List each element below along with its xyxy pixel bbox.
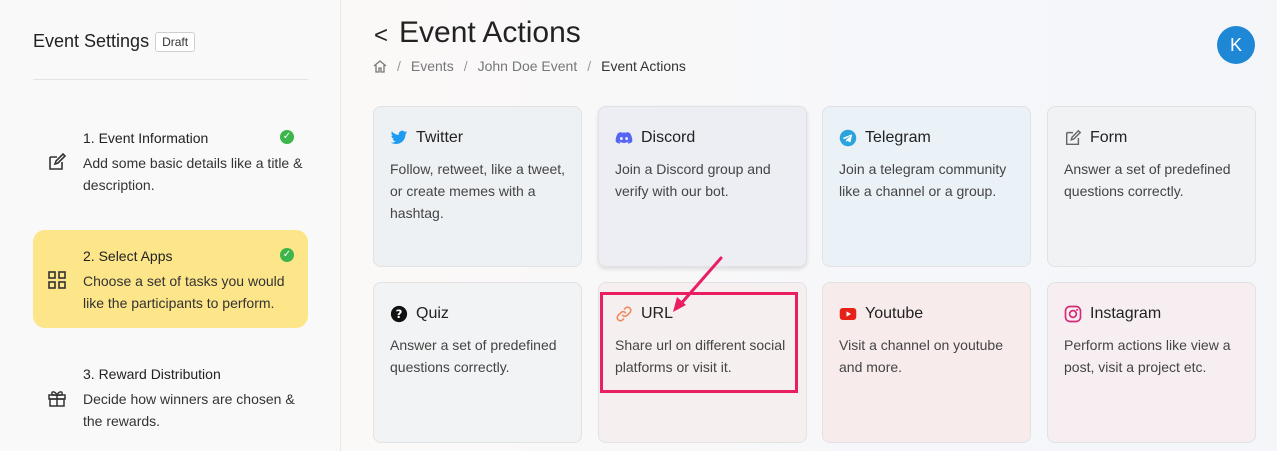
edit-icon	[49, 152, 67, 170]
card-twitter[interactable]: Twitter Follow, retweet, like a tweet, o…	[373, 106, 582, 267]
card-title: Discord	[641, 129, 696, 146]
card-title: Twitter	[416, 129, 464, 146]
step-title: 2. Select Apps	[83, 248, 173, 264]
breadcrumb-current: Event Actions	[601, 58, 686, 74]
sidebar-header: Event Settings Draft	[33, 31, 196, 52]
card-quiz[interactable]: ? Quiz Answer a set of predefined questi…	[373, 282, 582, 443]
main-content: < Event Actions / Events / John Doe Even…	[341, 0, 1277, 451]
instagram-icon	[1064, 305, 1082, 323]
step-event-information[interactable]: 1. Event Information Add some basic deta…	[33, 116, 308, 208]
breadcrumb-separator: /	[463, 58, 468, 74]
form-icon	[1065, 129, 1082, 146]
back-button[interactable]: <	[374, 22, 388, 50]
check-icon: ✓	[280, 248, 294, 262]
svg-text:?: ?	[396, 307, 403, 321]
sidebar-title: Event Settings	[33, 31, 150, 51]
step-title: 1. Event Information	[83, 130, 209, 146]
discord-icon	[615, 132, 633, 144]
breadcrumb-events[interactable]: Events	[411, 58, 454, 74]
card-description: Visit a channel on youtube and more.	[839, 337, 1003, 375]
card-description: Answer a set of predefined questions cor…	[1064, 161, 1231, 199]
card-description: Perform actions like view a post, visit …	[1064, 337, 1231, 375]
check-icon: ✓	[280, 130, 294, 144]
step-title: 3. Reward Distribution	[83, 366, 221, 382]
sidebar: Event Settings Draft 1. Event Informatio…	[0, 0, 341, 451]
card-form[interactable]: Form Answer a set of predefined question…	[1047, 106, 1256, 267]
step-description: Choose a set of tasks you would like the…	[83, 273, 285, 311]
card-title: Youtube	[865, 305, 924, 322]
card-description: Answer a set of predefined questions cor…	[390, 337, 557, 375]
card-description: Join a Discord group and verify with our…	[615, 161, 771, 199]
card-instagram[interactable]: Instagram Perform actions like view a po…	[1047, 282, 1256, 443]
divider	[33, 79, 308, 80]
card-discord[interactable]: Discord Join a Discord group and verify …	[598, 106, 807, 267]
youtube-icon	[839, 308, 857, 320]
status-badge: Draft	[155, 31, 196, 52]
home-icon[interactable]	[373, 59, 387, 73]
card-title: Form	[1090, 129, 1128, 146]
card-youtube[interactable]: Youtube Visit a channel on youtube and m…	[822, 282, 1031, 443]
page-title: Event Actions	[399, 16, 581, 49]
gift-icon	[48, 391, 66, 407]
step-select-apps[interactable]: 2. Select Apps Choose a set of tasks you…	[33, 230, 308, 328]
breadcrumb-separator: /	[397, 58, 401, 74]
quiz-icon: ?	[390, 305, 408, 323]
avatar[interactable]: K	[1217, 26, 1255, 64]
telegram-icon	[839, 129, 857, 147]
card-description: Join a telegram community like a channel…	[839, 161, 1007, 199]
step-description: Decide how winners are chosen & the rewa…	[83, 391, 295, 429]
breadcrumb: / Events / John Doe Event / Event Action…	[373, 58, 686, 74]
breadcrumb-separator: /	[587, 58, 592, 74]
card-description: Follow, retweet, like a tweet, or create…	[390, 161, 566, 221]
breadcrumb-event[interactable]: John Doe Event	[478, 58, 578, 74]
grid-icon	[48, 271, 66, 289]
card-telegram[interactable]: Telegram Join a telegram community like …	[822, 106, 1031, 267]
annotation-arrow-icon	[673, 256, 723, 312]
card-title: Telegram	[865, 129, 931, 146]
card-title: Instagram	[1090, 305, 1162, 322]
card-title: Quiz	[416, 305, 449, 322]
step-reward-distribution[interactable]: 3. Reward Distribution Decide how winner…	[33, 352, 308, 444]
twitter-icon	[390, 130, 408, 145]
step-description: Add some basic details like a title & de…	[83, 155, 303, 193]
